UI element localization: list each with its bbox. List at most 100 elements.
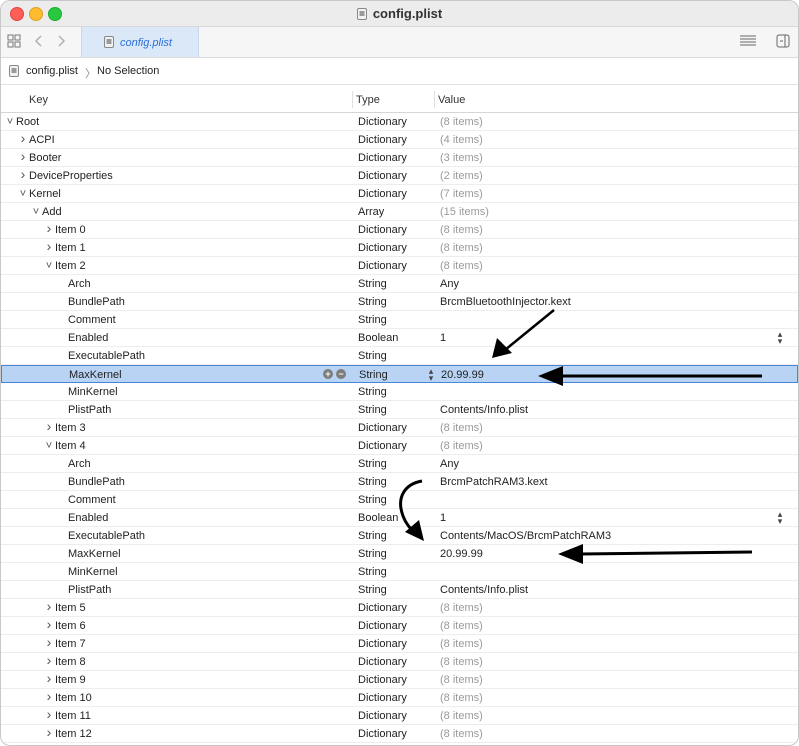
disclosure-collapsed-icon[interactable]: ›: [18, 167, 28, 181]
row-key[interactable]: ExecutablePath: [68, 529, 145, 543]
row-key[interactable]: Item 6: [55, 619, 86, 633]
row-type[interactable]: Dictionary: [358, 601, 407, 615]
row-type[interactable]: Dictionary: [358, 439, 407, 453]
row-type[interactable]: Dictionary: [358, 259, 407, 273]
outline-row[interactable]: ˅ Root Dictionary (8 items): [1, 113, 798, 131]
row-type[interactable]: String: [358, 385, 387, 399]
row-type[interactable]: String: [359, 368, 388, 382]
row-type[interactable]: Dictionary: [358, 169, 407, 183]
row-type[interactable]: Dictionary: [358, 133, 407, 147]
grid-icon[interactable]: [7, 34, 21, 51]
row-value[interactable]: 20.99.99: [440, 547, 483, 561]
column-key-header[interactable]: Key: [29, 94, 48, 106]
row-key[interactable]: Arch: [68, 457, 91, 471]
row-value[interactable]: (8 items): [440, 223, 483, 237]
row-key[interactable]: Item 3: [55, 421, 86, 435]
row-value[interactable]: (8 items): [440, 637, 483, 651]
row-value[interactable]: (8 items): [440, 673, 483, 687]
outline-row[interactable]: › Item 12 Dictionary (8 items): [1, 725, 798, 743]
row-type[interactable]: Dictionary: [358, 223, 407, 237]
row-key[interactable]: Root: [16, 115, 39, 129]
row-key[interactable]: Item 12: [55, 727, 92, 741]
row-value[interactable]: (8 items): [440, 115, 483, 129]
row-key[interactable]: MinKernel: [68, 565, 118, 579]
tab-config-plist[interactable]: config.plist: [81, 27, 199, 57]
disclosure-collapsed-icon[interactable]: ›: [44, 221, 54, 235]
row-type[interactable]: Boolean: [358, 331, 398, 345]
row-type[interactable]: String: [358, 565, 387, 579]
row-value[interactable]: Any: [440, 457, 459, 471]
column-divider[interactable]: [434, 91, 435, 108]
outline-row[interactable]: PlistPath String Contents/Info.plist: [1, 401, 798, 419]
row-value[interactable]: (8 items): [440, 241, 483, 255]
disclosure-collapsed-icon[interactable]: ›: [44, 419, 54, 433]
outline-row[interactable]: MinKernel String: [1, 563, 798, 581]
row-type[interactable]: Array: [358, 205, 384, 219]
row-key[interactable]: Comment: [68, 313, 116, 327]
row-type[interactable]: String: [358, 277, 387, 291]
outline-row[interactable]: › DeviceProperties Dictionary (2 items): [1, 167, 798, 185]
row-type[interactable]: Dictionary: [358, 691, 407, 705]
row-value[interactable]: 1: [440, 511, 446, 525]
disclosure-collapsed-icon[interactable]: ›: [44, 689, 54, 703]
outline-row[interactable]: › Item 7 Dictionary (8 items): [1, 635, 798, 653]
row-value[interactable]: (8 items): [440, 691, 483, 705]
outline-row[interactable]: Comment String: [1, 311, 798, 329]
row-key[interactable]: Item 7: [55, 637, 86, 651]
breadcrumb-file[interactable]: config.plist: [26, 65, 78, 77]
column-divider[interactable]: [352, 91, 353, 108]
row-value[interactable]: (2 items): [440, 169, 483, 183]
row-type[interactable]: Dictionary: [358, 673, 407, 687]
outline-row[interactable]: Arch String Any: [1, 455, 798, 473]
lines-icon[interactable]: [739, 34, 757, 51]
row-key[interactable]: MaxKernel: [68, 547, 121, 561]
value-stepper-icon[interactable]: ▴ ▾: [775, 330, 785, 346]
outline-row[interactable]: › Item 6 Dictionary (8 items): [1, 617, 798, 635]
disclosure-expanded-icon[interactable]: ˅: [5, 115, 15, 129]
row-value[interactable]: (8 items): [440, 259, 483, 273]
row-value[interactable]: (3 items): [440, 151, 483, 165]
row-key[interactable]: Booter: [29, 151, 61, 165]
row-key[interactable]: Item 4: [55, 439, 86, 453]
disclosure-collapsed-icon[interactable]: ›: [44, 707, 54, 721]
disclosure-collapsed-icon[interactable]: ›: [18, 149, 28, 163]
outline-row[interactable]: › Item 10 Dictionary (8 items): [1, 689, 798, 707]
row-key[interactable]: Item 10: [55, 691, 92, 705]
row-key[interactable]: Kernel: [29, 187, 61, 201]
disclosure-expanded-icon[interactable]: ˅: [44, 259, 54, 273]
row-key[interactable]: Item 2: [55, 259, 86, 273]
row-value[interactable]: (8 items): [440, 421, 483, 435]
outline-row[interactable]: › Item 11 Dictionary (8 items): [1, 707, 798, 725]
outline-row[interactable]: PlistPath String Contents/Info.plist: [1, 581, 798, 599]
outline-row[interactable]: Enabled Boolean 1 ▴ ▾: [1, 329, 798, 347]
disclosure-collapsed-icon[interactable]: ›: [44, 239, 54, 253]
disclosure-collapsed-icon[interactable]: ›: [44, 653, 54, 667]
row-value[interactable]: Any: [440, 277, 459, 291]
row-type[interactable]: String: [358, 547, 387, 561]
outline-row[interactable]: ˅ Kernel Dictionary (7 items): [1, 185, 798, 203]
row-value[interactable]: (8 items): [440, 709, 483, 723]
row-key[interactable]: Enabled: [68, 511, 108, 525]
outline-row[interactable]: ˅ Item 2 Dictionary (8 items): [1, 257, 798, 275]
row-key[interactable]: Enabled: [68, 331, 108, 345]
row-value[interactable]: (15 items): [440, 205, 489, 219]
disclosure-expanded-icon[interactable]: ˅: [44, 439, 54, 453]
row-value[interactable]: (4 items): [440, 133, 483, 147]
row-value[interactable]: (7 items): [440, 187, 483, 201]
row-type[interactable]: String: [358, 529, 387, 543]
row-value[interactable]: Contents/MacOS/BrcmPatchRAM3: [440, 529, 611, 543]
outline-row[interactable]: › Booter Dictionary (3 items): [1, 149, 798, 167]
row-value[interactable]: (8 items): [440, 619, 483, 633]
row-type[interactable]: String: [358, 313, 387, 327]
breadcrumb-selection[interactable]: No Selection: [97, 65, 159, 77]
row-key[interactable]: Comment: [68, 493, 116, 507]
row-type[interactable]: Dictionary: [358, 151, 407, 165]
disclosure-collapsed-icon[interactable]: ›: [44, 599, 54, 613]
row-key[interactable]: ACPI: [29, 133, 55, 147]
disclosure-collapsed-icon[interactable]: ›: [44, 617, 54, 631]
row-type[interactable]: String: [358, 295, 387, 309]
outline-row[interactable]: › Item 5 Dictionary (8 items): [1, 599, 798, 617]
outline-row[interactable]: › Item 3 Dictionary (8 items): [1, 419, 798, 437]
row-value[interactable]: Contents/Info.plist: [440, 583, 528, 597]
outline-row[interactable]: BundlePath String BrcmBluetoothInjector.ke…: [1, 293, 798, 311]
